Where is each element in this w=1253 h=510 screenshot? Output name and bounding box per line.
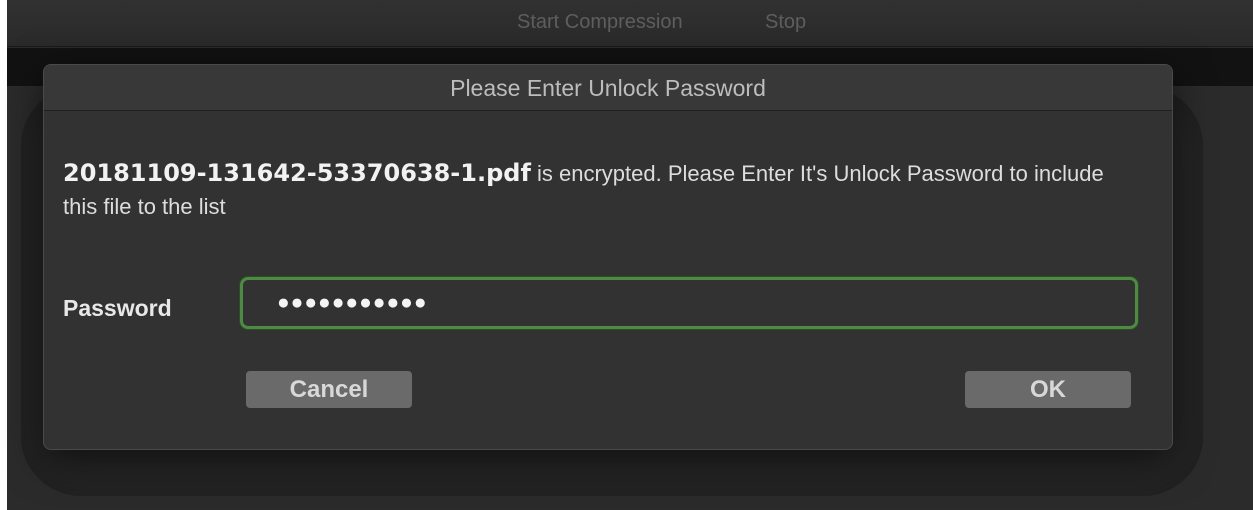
password-input[interactable]: ●●●●●●●●●●● [240, 277, 1138, 329]
password-masked-value: ●●●●●●●●●●● [277, 291, 428, 314]
toolbar: Start Compression Stop [7, 0, 1253, 47]
encrypted-filename: 20181109-131642-53370638-1.pdf [63, 159, 531, 187]
password-label: Password [63, 295, 172, 321]
ok-button[interactable]: OK [965, 371, 1131, 408]
app-window: Start Compression Stop Please Enter Unlo… [7, 0, 1253, 510]
dialog-title: Please Enter Unlock Password [450, 75, 766, 101]
cancel-button[interactable]: Cancel [246, 371, 412, 408]
dialog-message: 20181109-131642-53370638-1.pdf is encryp… [63, 157, 1143, 223]
stop-button[interactable]: Stop [765, 10, 806, 34]
dialog-titlebar: Please Enter Unlock Password [44, 65, 1172, 111]
start-compression-button[interactable]: Start Compression [517, 10, 683, 34]
unlock-password-dialog: Please Enter Unlock Password 20181109-13… [43, 64, 1173, 450]
